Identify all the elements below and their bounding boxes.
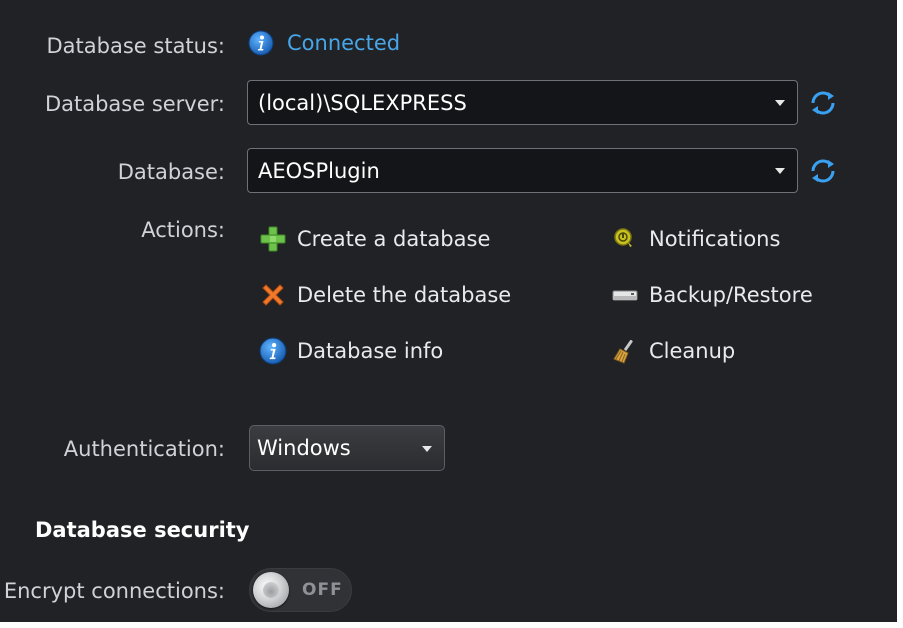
database-server-dropdown[interactable]: (local)\SQLEXPRESS <box>247 80 798 125</box>
connection-status-text: Connected <box>287 31 401 55</box>
database-status: Connected <box>248 28 400 58</box>
toggle-knob <box>253 572 289 608</box>
refresh-icon[interactable] <box>807 87 839 119</box>
create-database-action[interactable]: Create a database <box>259 223 490 255</box>
database-info-action[interactable]: Database info <box>259 335 443 367</box>
delete-database-action[interactable]: Delete the database <box>259 279 511 311</box>
encrypt-connections-toggle[interactable]: OFF <box>249 568 352 612</box>
action-label: Database info <box>297 339 444 363</box>
database-dropdown[interactable]: AEOSPlugin <box>247 148 798 193</box>
authentication-value: Windows <box>257 436 351 460</box>
action-label: Notifications <box>649 227 781 251</box>
database-security-heading: Database security <box>35 518 250 542</box>
authentication-dropdown[interactable]: Windows <box>249 425 445 471</box>
action-label: Create a database <box>297 227 491 251</box>
database-value: AEOSPlugin <box>258 158 380 183</box>
database-server-label: Database server: <box>44 92 225 116</box>
notification-icon <box>611 225 639 253</box>
dropdown-arrow-icon <box>775 168 785 174</box>
toggle-state-text: OFF <box>302 580 343 600</box>
database-status-label: Database status: <box>46 34 225 58</box>
encrypt-connections-label: Encrypt connections: <box>3 579 225 603</box>
backup-restore-action[interactable]: Backup/Restore <box>611 279 813 311</box>
database-settings-panel: Database status: Connected Database serv… <box>0 0 899 622</box>
broom-icon <box>611 337 639 365</box>
database-label: Database: <box>117 160 225 184</box>
action-label: Cleanup <box>649 339 736 363</box>
info-icon <box>259 337 287 365</box>
refresh-icon[interactable] <box>807 155 839 187</box>
notifications-action[interactable]: Notifications <box>611 223 780 255</box>
backup-icon <box>611 281 639 309</box>
plus-icon <box>259 225 287 253</box>
cleanup-action[interactable]: Cleanup <box>611 335 735 367</box>
x-icon <box>259 281 287 309</box>
dropdown-arrow-icon <box>775 100 785 106</box>
info-icon <box>248 30 274 56</box>
actions-label: Actions: <box>141 218 225 242</box>
action-label: Delete the database <box>297 283 512 307</box>
authentication-label: Authentication: <box>63 437 225 461</box>
database-server-value: (local)\SQLEXPRESS <box>258 90 467 115</box>
action-label: Backup/Restore <box>649 283 813 307</box>
dropdown-arrow-icon <box>422 446 432 452</box>
